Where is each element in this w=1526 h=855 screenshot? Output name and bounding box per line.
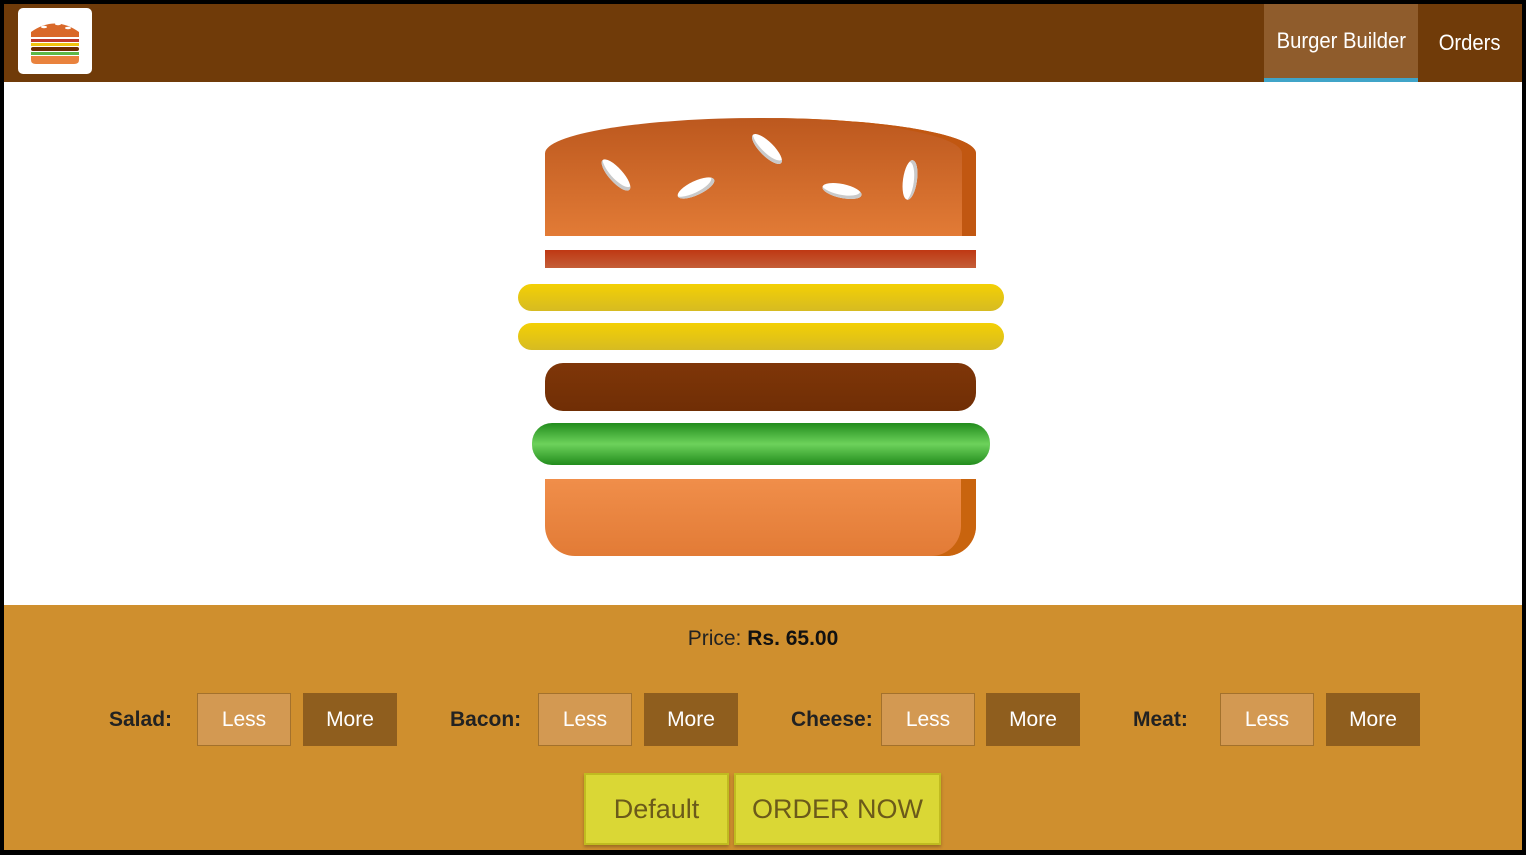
bacon-more-button[interactable]: More	[644, 693, 738, 746]
cheese-layer	[518, 284, 1004, 311]
toolbar: Burger Builder Orders	[4, 4, 1522, 82]
default-button[interactable]: Default	[584, 773, 729, 845]
cheese-less-button[interactable]: Less	[881, 693, 975, 746]
burger-logo-icon[interactable]	[18, 8, 92, 74]
main-nav: Burger Builder Orders	[1264, 4, 1522, 82]
meat-layer	[545, 363, 976, 411]
app-frame: Burger Builder Orders Price: Rs. 65.00 S…	[4, 4, 1522, 850]
meat-less-button[interactable]: Less	[1220, 693, 1314, 746]
nav-burger-builder-label: Burger Builder	[1276, 28, 1406, 53]
bacon-less-button[interactable]: Less	[538, 693, 632, 746]
salad-label: Salad:	[109, 708, 173, 731]
salad-layer	[532, 423, 990, 465]
build-controls: Price: Rs. 65.00 Salad: Less More Bacon:…	[4, 605, 1522, 850]
cheese-label: Cheese:	[791, 708, 873, 731]
meat-more-button[interactable]: More	[1326, 693, 1420, 746]
salad-less-button[interactable]: Less	[197, 693, 291, 746]
nav-burger-builder[interactable]: Burger Builder	[1264, 4, 1418, 82]
price-value: Rs. 65.00	[747, 627, 839, 650]
bacon-layer	[545, 250, 976, 268]
cheese-more-button[interactable]: More	[986, 693, 1080, 746]
order-now-button[interactable]: ORDER NOW	[734, 773, 941, 845]
nav-orders[interactable]: Orders	[1418, 4, 1522, 82]
meat-label: Meat:	[1133, 708, 1188, 731]
price-display: Price: Rs. 65.00	[4, 627, 1522, 651]
salad-more-button[interactable]: More	[303, 693, 397, 746]
bacon-label: Bacon:	[450, 708, 522, 731]
bread-bottom	[545, 479, 976, 556]
cheese-layer	[518, 323, 1004, 350]
nav-orders-label: Orders	[1439, 30, 1501, 55]
price-label: Price:	[687, 627, 742, 650]
burger-preview	[4, 82, 1522, 605]
